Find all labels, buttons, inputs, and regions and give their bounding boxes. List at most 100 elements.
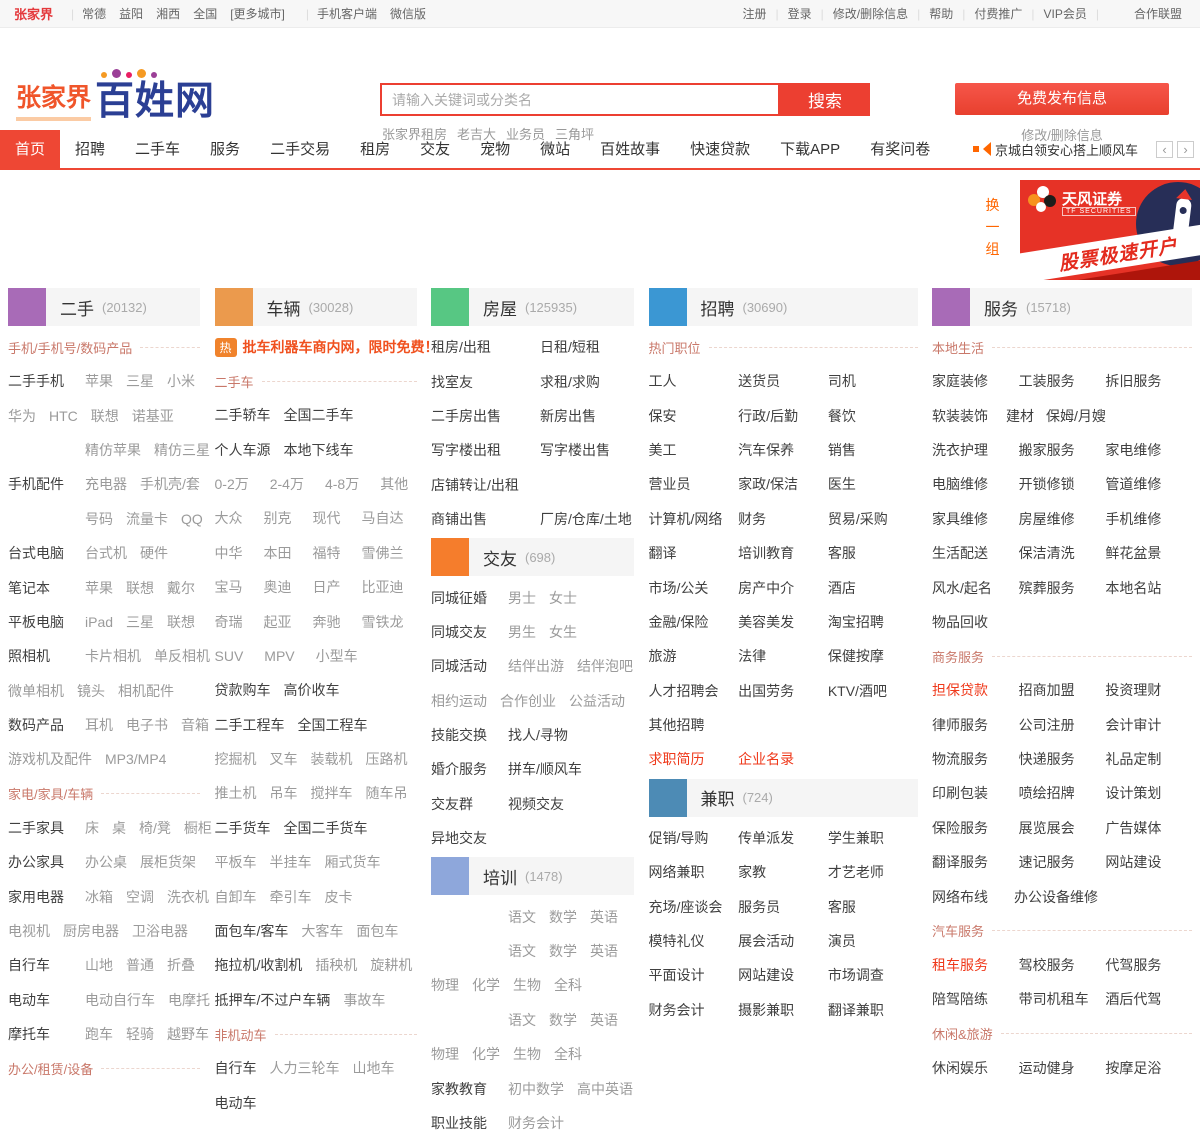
category-label[interactable]: 手机配件: [8, 474, 72, 494]
category-link[interactable]: 展柜货架: [140, 852, 196, 872]
category-link[interactable]: 全国二手货车: [284, 818, 368, 838]
category-link[interactable]: 拆旧服务: [1105, 373, 1161, 389]
category-link[interactable]: 客服: [828, 545, 856, 561]
category-link[interactable]: 联想: [91, 406, 119, 426]
category-link[interactable]: 结伴泡吧: [577, 656, 633, 676]
category-link[interactable]: 厢式货车: [325, 852, 381, 872]
next-announcement-button[interactable]: ›: [1177, 141, 1194, 158]
category-link[interactable]: 保洁清洗: [1019, 545, 1075, 561]
category-link[interactable]: 山地: [85, 955, 113, 975]
category-link[interactable]: 全国二手车: [284, 405, 354, 425]
category-link[interactable]: 物理: [431, 975, 459, 995]
category-link[interactable]: 视频交友: [508, 794, 564, 814]
category-link[interactable]: iPad: [85, 614, 113, 630]
category-link[interactable]: 初中数学: [508, 1079, 564, 1099]
category-link[interactable]: 比亚迪: [362, 577, 404, 597]
category-link[interactable]: 个人车源: [215, 440, 271, 460]
category-link[interactable]: 行政/后勤: [738, 408, 798, 424]
category-link[interactable]: 小米: [167, 371, 195, 391]
category-link[interactable]: 客服: [828, 899, 856, 915]
category-label[interactable]: 商铺出售: [431, 509, 527, 529]
category-link[interactable]: 苹果: [85, 371, 113, 391]
category-label[interactable]: 办公家具: [8, 852, 72, 872]
category-link[interactable]: 电摩托: [168, 990, 210, 1010]
category-link[interactable]: 手机壳/套: [140, 474, 200, 494]
category-link[interactable]: 医生: [828, 476, 856, 492]
category-link[interactable]: 大客车: [301, 921, 343, 941]
category-link[interactable]: 椅/凳: [139, 818, 171, 838]
category-link[interactable]: 电视机: [8, 921, 50, 941]
category-link[interactable]: 桌: [112, 818, 126, 838]
category-link[interactable]: 企业名录: [738, 751, 794, 767]
category-link[interactable]: 洗衣机: [167, 887, 209, 907]
category-link[interactable]: 家政/保洁: [738, 476, 798, 492]
category-link[interactable]: 精仿苹果: [85, 440, 141, 460]
category-link[interactable]: 电子书: [126, 715, 168, 735]
category-link[interactable]: 其他招聘: [649, 717, 705, 733]
category-label[interactable]: 职业技能: [431, 1113, 495, 1133]
category-link[interactable]: 电脑维修: [932, 476, 988, 492]
category-link[interactable]: 市场调查: [828, 967, 884, 983]
category-link[interactable]: 单反相机: [154, 646, 210, 666]
category-link[interactable]: 相约运动: [431, 691, 487, 711]
city-link[interactable]: 湘西: [156, 7, 180, 21]
category-link[interactable]: 面包车/客车: [215, 921, 289, 941]
category-link[interactable]: HTC: [49, 408, 78, 424]
city-link[interactable]: 常德: [82, 7, 106, 21]
category-link[interactable]: 越野车: [167, 1024, 209, 1044]
category-link[interactable]: 三星: [126, 612, 154, 632]
topbar-link[interactable]: 登录: [788, 5, 812, 22]
category-link[interactable]: 插秧机: [315, 955, 357, 975]
category-link[interactable]: 培训教育: [738, 545, 794, 561]
category-link[interactable]: 摄影兼职: [738, 1002, 794, 1018]
category-link[interactable]: 招商加盟: [1019, 682, 1075, 698]
category-link[interactable]: 号码: [85, 509, 113, 529]
category-link[interactable]: 数学: [549, 907, 577, 927]
category-link[interactable]: 房产中介: [738, 580, 794, 596]
category-link[interactable]: 联想: [126, 578, 154, 598]
category-link[interactable]: 二手工程车: [215, 715, 285, 735]
category-link[interactable]: 市场/公关: [649, 580, 709, 596]
category-link[interactable]: 推土机: [215, 783, 257, 803]
category-link[interactable]: 找人/寻物: [508, 725, 568, 745]
category-link[interactable]: 华为: [8, 406, 36, 426]
category-link[interactable]: 新房出售: [540, 406, 596, 426]
category-link[interactable]: 4-8万: [325, 474, 359, 494]
category-link[interactable]: 山地车: [353, 1058, 395, 1078]
category-link[interactable]: 充电器: [85, 474, 127, 494]
category-label[interactable]: 电动车: [8, 990, 72, 1010]
category-link[interactable]: 事故车: [343, 990, 385, 1010]
category-link[interactable]: 家教: [738, 864, 766, 880]
category-link[interactable]: 公司注册: [1019, 717, 1075, 733]
change-group-button[interactable]: 换一组: [984, 194, 1001, 260]
category-link[interactable]: 中华: [215, 543, 243, 563]
category-label[interactable]: 交友群: [431, 794, 495, 814]
category-link[interactable]: 软装装饰: [932, 408, 988, 424]
category-link[interactable]: 生活配送: [932, 545, 988, 561]
category-link[interactable]: 相机配件: [118, 681, 174, 701]
category-link[interactable]: 公益活动: [569, 691, 625, 711]
category-link[interactable]: 美容美发: [738, 614, 794, 630]
category-link[interactable]: 小型车: [316, 646, 358, 666]
site-logo[interactable]: 张家界 百姓网: [16, 78, 215, 121]
search-suggestion[interactable]: 三角坪: [555, 127, 594, 142]
category-label[interactable]: 租房/出租: [431, 337, 527, 357]
category-link[interactable]: 二手货车: [215, 818, 271, 838]
category-link[interactable]: 平板车: [215, 852, 257, 872]
category-link[interactable]: 速记服务: [1019, 854, 1075, 870]
category-link[interactable]: 运动健身: [1019, 1060, 1075, 1076]
category-label[interactable]: 笔记本: [8, 578, 72, 598]
category-link[interactable]: 人才招聘会: [649, 683, 719, 699]
category-link[interactable]: 传单派发: [738, 830, 794, 846]
category-link[interactable]: 驾校服务: [1019, 957, 1075, 973]
category-label[interactable]: 家用电器: [8, 887, 72, 907]
category-link[interactable]: 网络布线: [932, 889, 988, 905]
category-link[interactable]: 计算机/网络: [649, 511, 723, 527]
category-link[interactable]: 流量卡: [126, 509, 168, 529]
category-link[interactable]: 轻骑: [126, 1024, 154, 1044]
category-link[interactable]: 拼车/顺风车: [508, 759, 582, 779]
category-link[interactable]: 本田: [264, 543, 292, 563]
category-link[interactable]: 休闲娱乐: [932, 1060, 988, 1076]
category-label[interactable]: 二手手机: [8, 371, 72, 391]
category-link[interactable]: 才艺老师: [828, 864, 884, 880]
